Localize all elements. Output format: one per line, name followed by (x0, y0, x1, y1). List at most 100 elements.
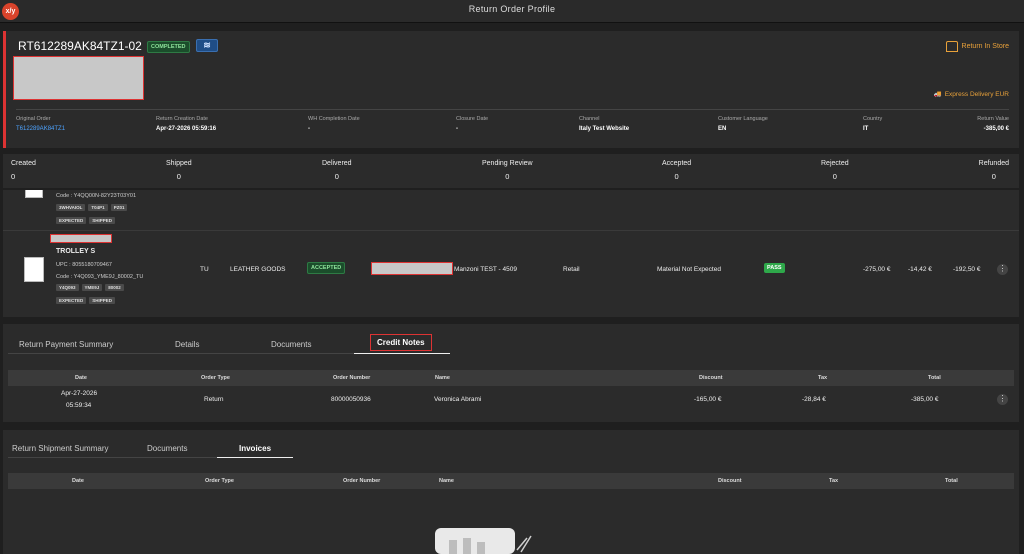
item-code: Code : Y4Q093_YME9J_80002_TU (56, 274, 144, 280)
meta-label: Country (863, 116, 883, 122)
meta-closure-date: Closure Date - (456, 116, 488, 132)
stat-value: 0 (991, 172, 996, 181)
return-items-list: Code : Y4QQ00N-82Y23T03Y01 3WHVAIOL T04P… (3, 190, 1019, 317)
meta-value: - (456, 126, 458, 132)
meta-label: Return Creation Date (156, 116, 208, 122)
cell-tax: -28,84 € (802, 396, 826, 403)
delivery-label: Express Delivery EUR (944, 90, 1009, 98)
tab-details[interactable]: Details (140, 332, 236, 354)
stat-label: Refunded (978, 160, 1009, 167)
item-tag: YME9J (81, 284, 103, 291)
col-name: Name (435, 375, 450, 381)
meta-label: Closure Date (456, 116, 489, 122)
store-icon (945, 41, 958, 52)
item-tag: T04P1 (88, 204, 108, 211)
redacted-field (50, 234, 112, 243)
order-id: RT612289AK84TZ1-02 (18, 39, 142, 53)
meta-country: Country IT (863, 116, 882, 132)
status-counters: Created 0 Shipped 0 Delivered 0 Pending Rev… (3, 154, 1019, 188)
stat-delivered: Delivered 0 (322, 160, 352, 181)
item-price: -275,00 € (863, 266, 891, 273)
stat-label: Delivered (322, 160, 352, 167)
meta-channel: Channel Italy Test Website (579, 116, 629, 132)
stat-value: 0 (505, 172, 510, 181)
stat-label: Rejected (821, 160, 849, 167)
return-type-label: Return In Store (961, 43, 1009, 50)
stat-label: Created (11, 160, 36, 167)
item-code: Code : Y4QQ00N-82Y23T03Y01 (56, 193, 137, 199)
col-order-number: Order Number (343, 478, 381, 484)
menu-lines-icon[interactable]: ≋ (196, 39, 218, 52)
tab-label: Credit Notes (370, 334, 432, 351)
tab-documents[interactable]: Documents (236, 332, 354, 354)
tab-credit-notes[interactable]: Credit Notes (354, 332, 450, 354)
return-payment-panel: Return Payment Summary Details Documents… (3, 324, 1019, 422)
item-tag: SHIPPED (89, 217, 116, 224)
more-options-icon[interactable]: ⋮ (997, 394, 1008, 405)
meta-label: Original Order (16, 116, 51, 122)
divider (16, 109, 1009, 110)
stat-value: 0 (334, 172, 339, 181)
stat-rejected: Rejected 0 (821, 160, 849, 181)
stat-value: 0 (674, 172, 679, 181)
meta-label: Channel (579, 116, 600, 122)
delivery-method: 🚚 Express Delivery EUR (934, 90, 1009, 99)
return-shipment-panel: Return Shipment Summary Documents Invoic… (3, 430, 1019, 554)
item-tags: 3WHVAIOL T04P1 PZ01 (56, 204, 128, 211)
cell-discount: -165,00 € (694, 396, 722, 403)
stat-value: 0 (176, 172, 181, 181)
item-tag: 80002 (105, 284, 124, 291)
item-status-badge: ACCEPTED (307, 262, 346, 274)
col-total: Total (928, 375, 941, 381)
meta-value: Italy Test Website (579, 126, 630, 132)
shipment-tabs: Return Shipment Summary Documents Invoic… (8, 436, 293, 458)
item-tag: EXPECTED (56, 217, 87, 224)
stat-label: Shipped (166, 160, 192, 167)
tab-documents[interactable]: Documents (132, 436, 217, 458)
tab-return-shipment-summary[interactable]: Return Shipment Summary (8, 436, 132, 458)
meta-customer-language: Customer Language EN (718, 116, 768, 132)
item-status-tags: EXPECTED SHIPPED (56, 217, 116, 224)
col-tax: Tax (829, 478, 839, 484)
stat-refunded: Refunded 0 (979, 160, 1009, 181)
meta-return-creation-date: Return Creation Date Apr-27-2026 05:59:1… (156, 116, 216, 132)
payment-tabs: Return Payment Summary Details Documents… (8, 332, 450, 354)
top-bar: x/y Return Order Profile (0, 0, 1024, 23)
stat-pending-review: Pending Review 0 (482, 160, 533, 181)
item-tax: -14,42 € (908, 266, 932, 273)
item-channel: Retail (563, 266, 580, 273)
qc-pass-badge: PASS (764, 263, 785, 273)
meta-wh-completion-date: WH Completion Date - (308, 116, 360, 132)
product-thumbnail[interactable] (24, 257, 44, 282)
order-header: RT612289AK84TZ1-02 COMPLETED ≋ Return In… (3, 31, 1019, 148)
cell-total: -385,00 € (911, 396, 939, 403)
original-order-link[interactable]: T612289AK84TZ1 (16, 126, 65, 132)
cell-time: 05:59:34 (66, 402, 92, 409)
meta-label: Customer Language (718, 116, 768, 122)
credit-notes-table-header: Date Order Type Order Number Name Discou… (8, 370, 1014, 386)
return-in-store: Return In Store (945, 41, 1009, 52)
tab-invoices[interactable]: Invoices (217, 436, 293, 458)
col-order-type: Order Type (201, 375, 230, 381)
product-thumbnail[interactable] (25, 190, 43, 198)
stat-shipped: Shipped 0 (166, 160, 192, 181)
item-category: LEATHER GOODS (230, 266, 286, 273)
stat-value: 0 (832, 172, 837, 181)
meta-value: Apr-27-2026 05:59:16 (156, 126, 217, 132)
col-discount: Discount (718, 478, 742, 484)
tab-return-payment-summary[interactable]: Return Payment Summary (8, 332, 140, 354)
empty-state-illustration-icon (435, 528, 532, 554)
item-tag: Y4Q093 (56, 284, 79, 291)
item-size: TU (200, 266, 209, 273)
col-date: Date (72, 478, 84, 484)
stat-label: Accepted (662, 160, 692, 167)
item-total: -192,50 € (953, 266, 981, 273)
col-name: Name (439, 478, 454, 484)
item-material: Material Not Expected (657, 266, 721, 273)
item-name: TROLLEY S (56, 248, 96, 255)
cell-order-number: 80000050936 (331, 396, 371, 403)
status-badge: COMPLETED (147, 41, 190, 53)
stat-created: Created 0 (11, 160, 36, 181)
more-options-icon[interactable]: ⋮ (997, 264, 1008, 275)
meta-label: Return Value (977, 116, 1009, 122)
